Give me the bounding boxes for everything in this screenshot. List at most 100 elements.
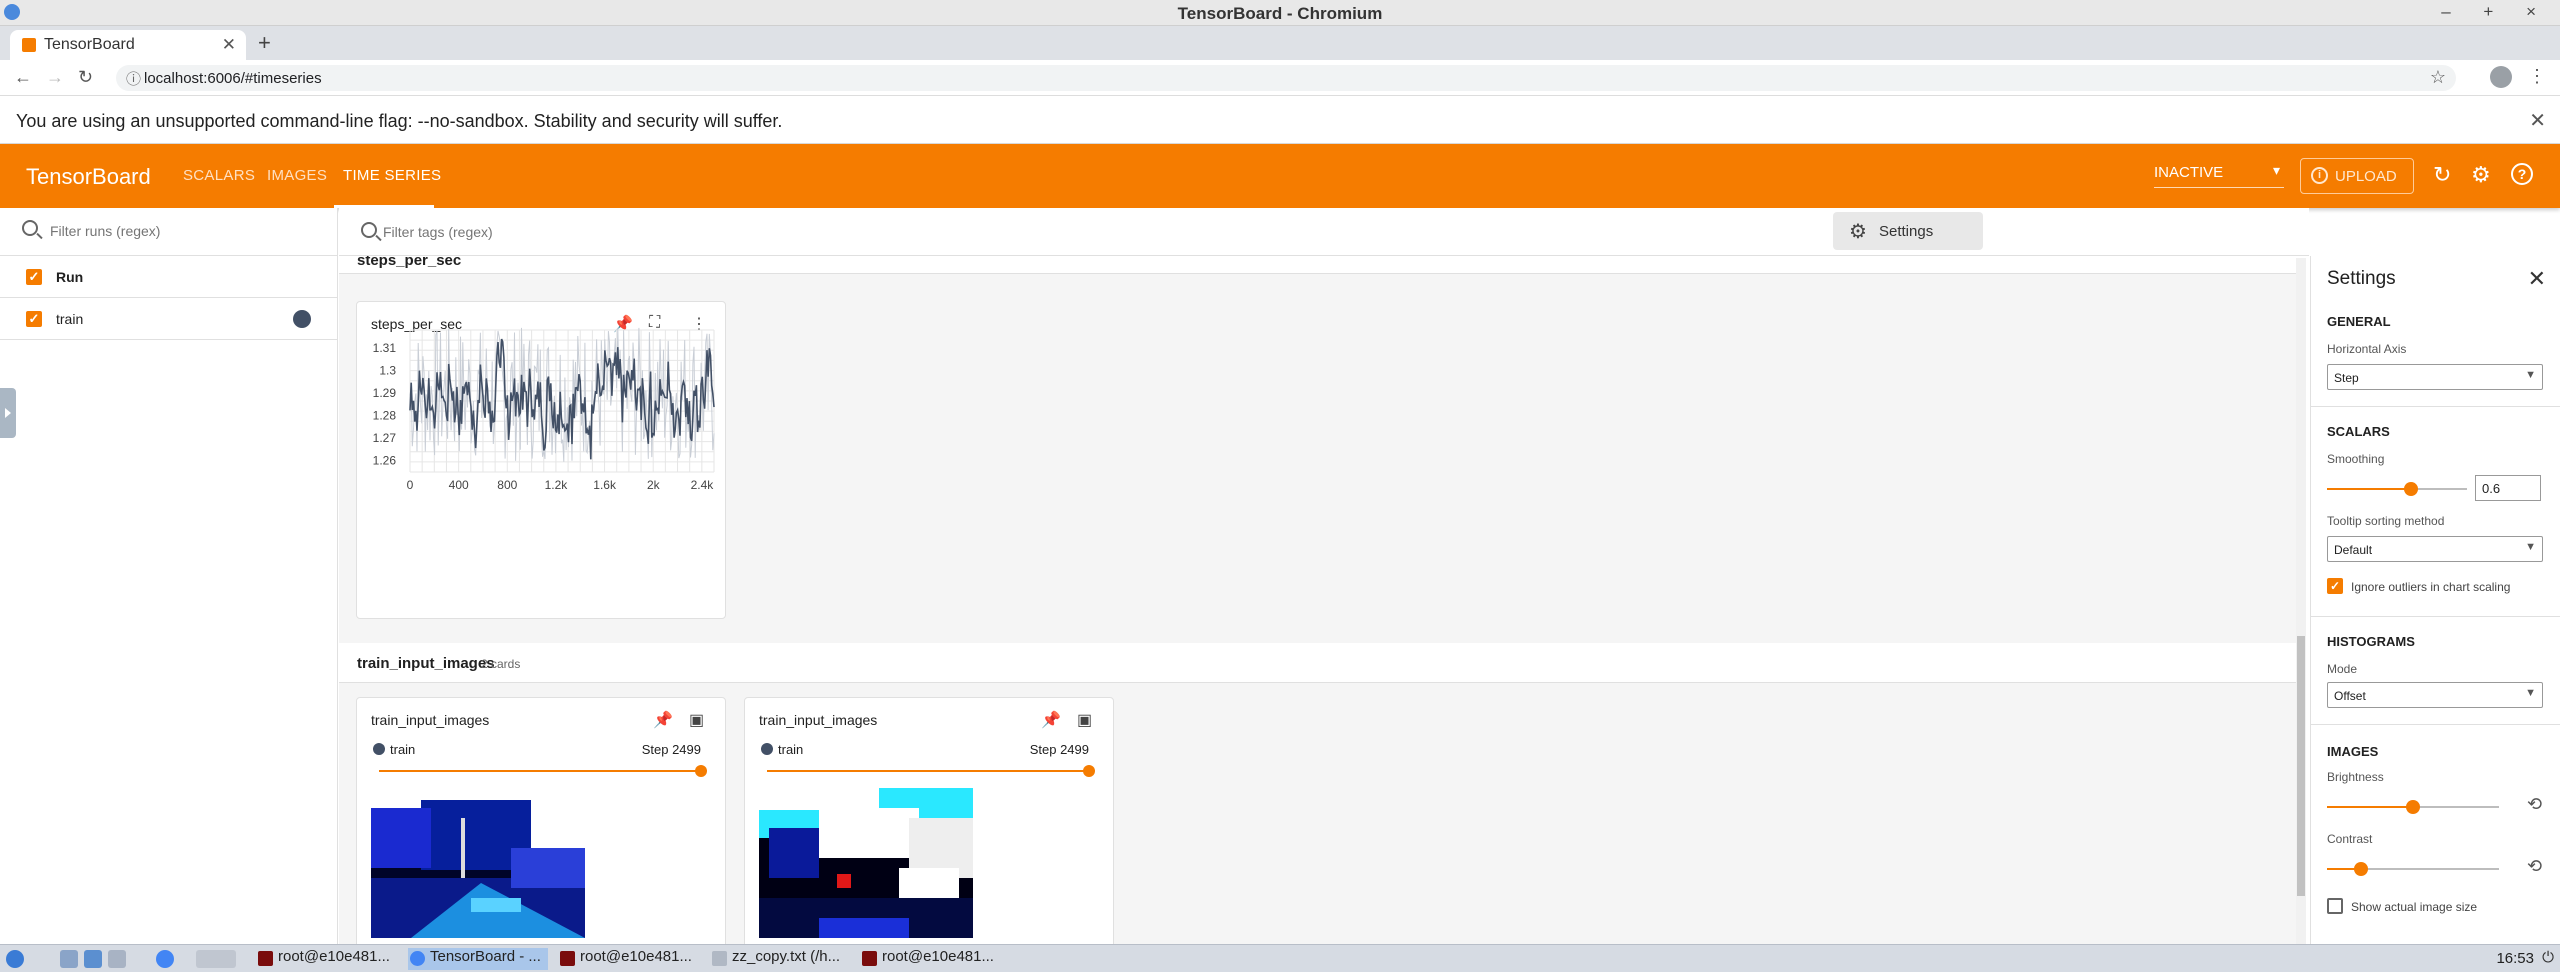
main-scrollbar[interactable] [2296,258,2306,944]
contrast-slider-thumb[interactable] [2354,862,2368,876]
close-icon[interactable]: ✕ [2528,266,2546,292]
taskbar-item-terminal[interactable]: root@e10e481... [860,948,1000,970]
close-infobar-icon[interactable]: ✕ [2529,108,2546,133]
bookmark-star-icon[interactable]: ☆ [2430,67,2446,88]
smoothing-input[interactable]: 0.6 [2475,475,2541,501]
close-tab-icon[interactable]: ✕ [222,35,236,55]
histogram-mode-select[interactable]: Offset ▼ [2327,682,2543,708]
pin-icon[interactable]: 📌 [653,710,673,730]
expand-sidebar-handle[interactable] [0,388,16,438]
smoothing-slider-thumb[interactable] [2404,482,2418,496]
line-chart[interactable]: 1.26 1.27 1.28 1.29 1.3 1.31 0 400 800 1.2k 1.6k 2k… [357,302,727,620]
infobar: You are using an unsupported command-lin… [0,96,2560,144]
url-text[interactable]: localhost:6006/#timeseries [144,70,322,87]
window-controls[interactable]: – + × [2441,2,2550,22]
reload-icon[interactable]: ↻ [78,67,93,88]
tooltip-sorting-select[interactable]: Default ▼ [2327,536,2543,562]
input-image[interactable] [759,788,973,938]
mode-label: Mode [2327,662,2358,676]
reset-contrast-icon[interactable]: ⟲ [2527,856,2542,877]
settings-title: Settings [2327,268,2396,289]
help-icon[interactable]: ? [2511,163,2533,185]
reset-brightness-icon[interactable]: ⟲ [2527,794,2542,815]
taskbar-item-terminal[interactable]: root@e10e481... [558,948,698,970]
histogram-mode-value: Offset [2334,689,2366,703]
taskbar-item-browser[interactable]: TensorBoard - ... [408,948,548,970]
workspace-switcher[interactable] [196,950,236,968]
group-title: steps_per_sec [357,256,462,269]
show-actual-size-checkbox[interactable] [2327,898,2343,914]
contrast-slider[interactable] [2327,862,2499,876]
power-icon[interactable]: ⏻ [2542,949,2554,966]
url-field[interactable]: ⓘ localhost:6006/#timeseries ☆ [116,65,2456,91]
tab-time-series[interactable]: TIME SERIES [343,167,441,184]
reload-state-select[interactable]: INACTIVE ▾ [2154,162,2284,188]
chevron-down-icon: ▾ [2272,162,2280,178]
settings-toggle-button[interactable]: ⚙ Settings [1833,212,1983,250]
smoothing-slider[interactable] [2327,482,2467,496]
file-manager-icon[interactable] [60,950,78,968]
divider [2311,406,2560,407]
browser-tab-label: TensorBoard [44,36,135,53]
input-image[interactable] [371,788,585,938]
run-checkbox[interactable]: ✓ [26,311,42,327]
taskbar-item-label: zz_copy.txt (/h... [732,948,841,965]
divider [2311,724,2560,725]
text-editor-icon[interactable] [108,950,126,968]
runs-filter [0,208,337,256]
tab-images[interactable]: IMAGES [267,167,327,184]
runs-filter-input[interactable] [50,218,310,244]
brightness-slider-thumb[interactable] [2406,800,2420,814]
run-row[interactable]: ✓ train [0,298,337,340]
brightness-slider[interactable] [2327,800,2499,814]
search-icon [22,220,38,236]
terminal-icon [862,951,877,966]
cards-content[interactable]: steps_per_sec steps_per_sec 📌 ⛶ ⋮ 1.26 1.… [339,256,2299,944]
pin-icon[interactable]: 📌 [1041,710,1061,730]
back-icon[interactable]: ← [14,67,32,88]
gear-icon[interactable]: ⚙ [2471,162,2491,188]
x-tick-label: 0 [407,478,414,492]
group-header: train_input_images 2 cards [339,643,2299,683]
image-settings-icon[interactable]: ▣ [1077,710,1092,730]
step-slider-thumb[interactable] [1083,765,1095,777]
x-tick-label: 2.4k [691,478,715,492]
upload-button[interactable]: i UPLOAD [2300,158,2414,194]
tab-strip: TensorBoard ✕ + [0,26,2560,60]
image-settings-icon[interactable]: ▣ [689,710,704,730]
browser-menu-icon[interactable]: ⋮ [2528,66,2546,87]
ignore-outliers-checkbox[interactable]: ✓ [2327,578,2343,594]
clock: 16:53 [2496,950,2534,967]
browser-tab[interactable]: TensorBoard ✕ [10,30,246,60]
brand-title: TensorBoard [26,164,151,189]
browser-launcher-icon[interactable] [156,950,174,968]
settings-button-label: Settings [1879,223,1934,240]
new-tab-icon[interactable]: + [258,30,271,56]
horizontal-axis-select[interactable]: Step ▼ [2327,364,2543,390]
start-menu-icon[interactable] [6,950,24,968]
step-slider[interactable] [379,765,707,777]
y-tick-label: 1.28 [373,409,397,423]
taskbar-item-label: root@e10e481... [278,948,390,965]
chevron-down-icon: ▼ [2525,687,2536,699]
taskbar-item-terminal[interactable]: root@e10e481... [256,948,396,970]
scrollbar-thumb[interactable] [2297,636,2305,896]
forward-icon[interactable]: → [46,67,64,88]
terminal-launcher-icon[interactable] [84,950,102,968]
refresh-icon[interactable]: ↻ [2433,162,2451,188]
tag-filter-input[interactable] [383,220,783,244]
gear-icon: ⚙ [1849,221,1867,243]
select-all-checkbox[interactable]: ✓ [26,269,42,285]
y-tick-label: 1.31 [373,341,397,355]
tensorboard-header: TensorBoard SCALARS IMAGES TIME SERIES I… [0,144,2560,208]
show-actual-size-label: Show actual image size [2351,900,2478,914]
step-slider-thumb[interactable] [695,765,707,777]
run-color-swatch[interactable] [293,310,311,328]
step-slider[interactable] [767,765,1095,777]
tab-scalars[interactable]: SCALARS [183,167,255,184]
site-info-icon[interactable]: ⓘ [126,68,141,89]
profile-avatar-icon[interactable] [2490,66,2512,88]
x-tick-label: 800 [497,478,517,492]
taskbar-item-editor[interactable]: zz_copy.txt (/h... [710,948,850,970]
card-run-label: train [373,742,415,757]
